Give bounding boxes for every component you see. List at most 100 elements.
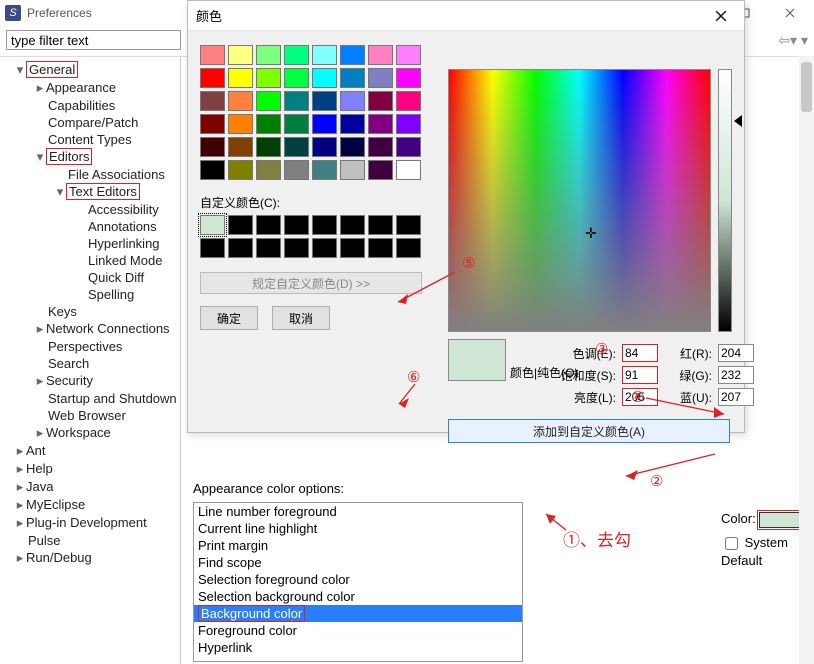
basic-color-swatch[interactable] xyxy=(256,91,281,111)
green-input[interactable] xyxy=(718,366,754,384)
basic-color-swatch[interactable] xyxy=(396,114,421,134)
basic-colors-grid[interactable] xyxy=(200,45,422,180)
basic-color-swatch[interactable] xyxy=(200,114,225,134)
list-item[interactable]: Find scope xyxy=(194,554,522,571)
appearance-color-options[interactable]: Line number foreground Current line high… xyxy=(193,502,523,662)
custom-color-swatch[interactable] xyxy=(284,238,309,258)
basic-color-swatch[interactable] xyxy=(396,91,421,111)
tree-item-search[interactable]: Search xyxy=(0,355,180,372)
tree-item-startup[interactable]: Startup and Shutdown xyxy=(0,390,180,407)
list-item[interactable]: Foreground color xyxy=(194,622,522,639)
sat-input[interactable] xyxy=(622,366,658,384)
basic-color-swatch[interactable] xyxy=(228,91,253,111)
luminance-slider[interactable] xyxy=(718,69,732,332)
tree-item-annotations[interactable]: Annotations xyxy=(0,218,180,235)
basic-color-swatch[interactable] xyxy=(396,45,421,65)
toolbar-dropdown-icon[interactable]: ⇦▾ ▾ xyxy=(778,32,808,49)
basic-color-swatch[interactable] xyxy=(312,114,337,134)
tree-item-java[interactable]: ▸Java xyxy=(0,478,180,496)
list-item[interactable]: Selection foreground color xyxy=(194,571,522,588)
basic-color-swatch[interactable] xyxy=(256,160,281,180)
basic-color-swatch[interactable] xyxy=(312,160,337,180)
custom-colors-grid[interactable] xyxy=(200,215,422,258)
list-item[interactable]: Hyperlink xyxy=(194,639,522,656)
basic-color-swatch[interactable] xyxy=(368,68,393,88)
tree-item-keys[interactable]: Keys xyxy=(0,303,180,320)
tree-item-myeclipse[interactable]: ▸MyEclipse xyxy=(0,496,180,514)
basic-color-swatch[interactable] xyxy=(396,68,421,88)
basic-color-swatch[interactable] xyxy=(256,114,281,134)
tree-item-help[interactable]: ▸Help xyxy=(0,460,180,478)
basic-color-swatch[interactable] xyxy=(368,160,393,180)
basic-color-swatch[interactable] xyxy=(228,45,253,65)
list-item[interactable]: Line number foreground xyxy=(194,503,522,520)
define-custom-colors-button[interactable]: 规定自定义颜色(D) >> xyxy=(200,272,422,294)
tree-item-appearance[interactable]: ▸Appearance xyxy=(0,79,180,97)
tree-item-rundebug[interactable]: ▸Run/Debug xyxy=(0,549,180,567)
basic-color-swatch[interactable] xyxy=(340,114,365,134)
custom-color-swatch[interactable] xyxy=(200,238,225,258)
tree-item-security[interactable]: ▸Security xyxy=(0,372,180,390)
basic-color-swatch[interactable] xyxy=(200,160,225,180)
vertical-scrollbar[interactable] xyxy=(799,56,814,664)
basic-color-swatch[interactable] xyxy=(256,45,281,65)
basic-color-swatch[interactable] xyxy=(284,160,309,180)
custom-color-swatch[interactable] xyxy=(228,238,253,258)
tree-item-capabilities[interactable]: Capabilities xyxy=(0,97,180,114)
basic-color-swatch[interactable] xyxy=(340,137,365,157)
tree-item-compare[interactable]: Compare/Patch xyxy=(0,114,180,131)
basic-color-swatch[interactable] xyxy=(284,45,309,65)
hsv-color-field[interactable]: ✛ xyxy=(448,69,711,332)
basic-color-swatch[interactable] xyxy=(228,68,253,88)
tree-item-plugin-dev[interactable]: ▸Plug-in Development xyxy=(0,514,180,532)
filter-input[interactable] xyxy=(6,30,181,50)
blue-input[interactable] xyxy=(718,388,754,406)
add-to-custom-colors-button[interactable]: 添加到自定义颜色(A) xyxy=(448,419,730,443)
custom-color-swatch[interactable] xyxy=(256,238,281,258)
tree-item-ant[interactable]: ▸Ant xyxy=(0,442,180,460)
basic-color-swatch[interactable] xyxy=(200,68,225,88)
tree-item-perspectives[interactable]: Perspectives xyxy=(0,338,180,355)
basic-color-swatch[interactable] xyxy=(256,137,281,157)
basic-color-swatch[interactable] xyxy=(312,68,337,88)
basic-color-swatch[interactable] xyxy=(340,45,365,65)
basic-color-swatch[interactable] xyxy=(228,137,253,157)
basic-color-swatch[interactable] xyxy=(284,68,309,88)
custom-color-swatch[interactable] xyxy=(368,215,393,235)
red-input[interactable] xyxy=(718,344,754,362)
cancel-button[interactable]: 取消 xyxy=(272,306,330,330)
custom-color-swatch[interactable] xyxy=(368,238,393,258)
tree-item-workspace[interactable]: ▸Workspace xyxy=(0,424,180,442)
basic-color-swatch[interactable] xyxy=(312,137,337,157)
basic-color-swatch[interactable] xyxy=(200,137,225,157)
basic-color-swatch[interactable] xyxy=(368,45,393,65)
tree-item-linked-mode[interactable]: Linked Mode xyxy=(0,252,180,269)
tree-item-pulse[interactable]: Pulse xyxy=(0,532,180,549)
tree-item-editors[interactable]: ▾Editors xyxy=(0,148,180,166)
lum-input[interactable] xyxy=(622,388,658,406)
custom-color-swatch[interactable] xyxy=(284,215,309,235)
tree-item-accessibility[interactable]: Accessibility xyxy=(0,201,180,218)
basic-color-swatch[interactable] xyxy=(396,137,421,157)
close-button[interactable] xyxy=(767,0,812,26)
basic-color-swatch[interactable] xyxy=(368,137,393,157)
tree-item-quick-diff[interactable]: Quick Diff xyxy=(0,269,180,286)
basic-color-swatch[interactable] xyxy=(312,91,337,111)
basic-color-swatch[interactable] xyxy=(340,68,365,88)
tree-item-web-browser[interactable]: Web Browser xyxy=(0,407,180,424)
list-item[interactable]: Selection background color xyxy=(194,588,522,605)
color-dialog-close-button[interactable] xyxy=(706,1,736,31)
tree-item-general[interactable]: ▾General xyxy=(0,61,180,79)
hue-input[interactable] xyxy=(622,344,658,362)
basic-color-swatch[interactable] xyxy=(368,91,393,111)
list-item[interactable]: Current line highlight xyxy=(194,520,522,537)
custom-color-swatch[interactable] xyxy=(256,215,281,235)
list-item-selected[interactable]: Background color xyxy=(198,605,305,622)
tree-item-text-editors[interactable]: ▾Text Editors xyxy=(0,183,180,201)
basic-color-swatch[interactable] xyxy=(284,114,309,134)
custom-color-swatch[interactable] xyxy=(228,215,253,235)
custom-color-swatch[interactable] xyxy=(340,238,365,258)
basic-color-swatch[interactable] xyxy=(312,45,337,65)
list-item[interactable]: Print margin xyxy=(194,537,522,554)
custom-color-swatch[interactable] xyxy=(340,215,365,235)
